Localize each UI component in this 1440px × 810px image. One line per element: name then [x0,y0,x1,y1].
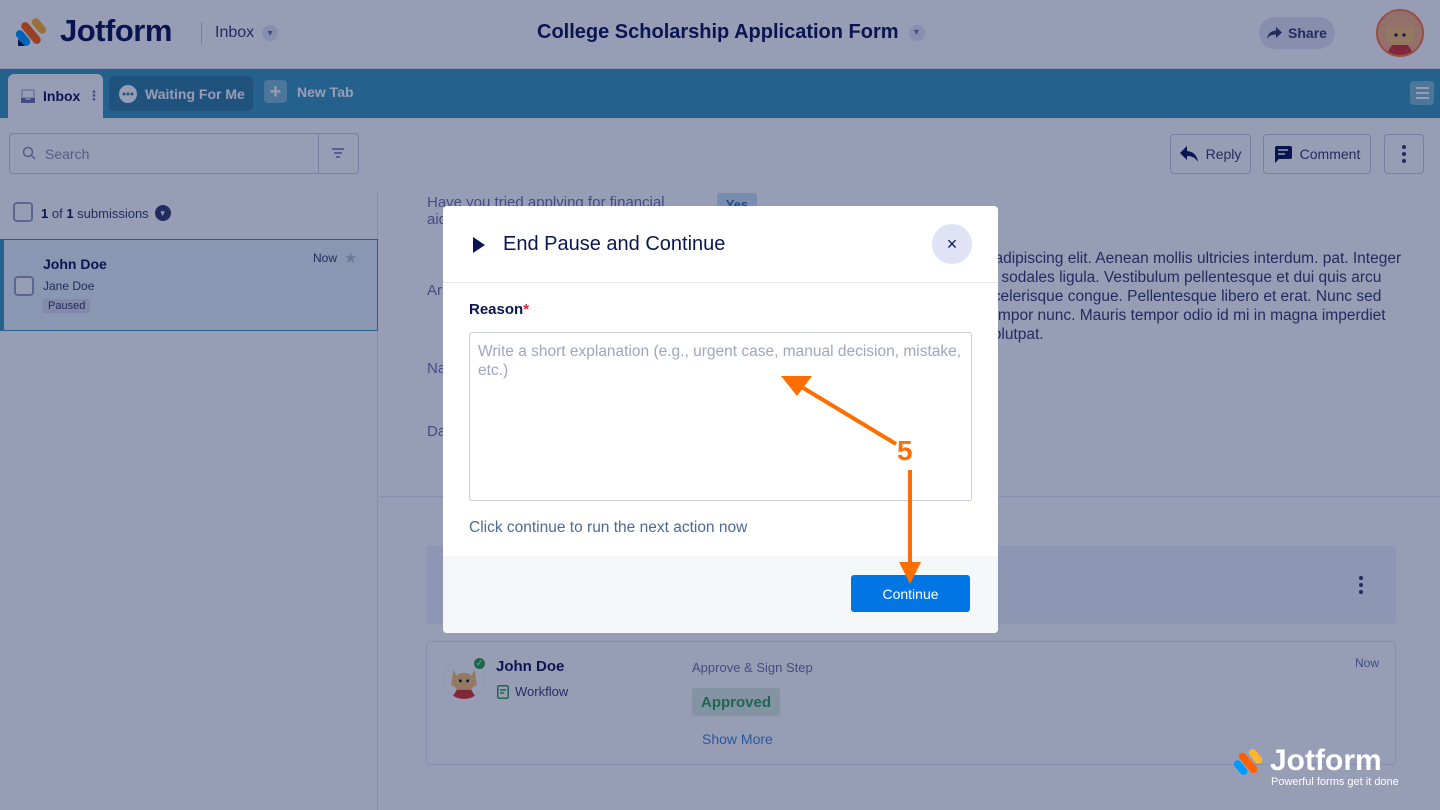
watermark-tagline: Powerful forms get it done [1271,776,1399,788]
continue-button[interactable]: Continue [851,575,970,612]
play-icon [473,237,485,253]
modal-title: End Pause and Continue [503,233,726,255]
required-mark: * [523,301,530,318]
annotation-step-number: 5 [897,435,913,466]
reason-textarea[interactable] [469,332,972,501]
reason-label-text: Reason [469,301,524,318]
close-icon[interactable]: × [932,224,972,264]
app-root: Jotform Inbox ▾ College Scholarship Appl… [0,0,1440,810]
reason-label: Reason* [469,301,529,318]
end-pause-modal: End Pause and Continue × Reason* Click c… [443,206,998,633]
modal-hint: Click continue to run the next action no… [469,519,748,536]
jotform-watermark: Jotform [1234,745,1382,777]
jotform-logo-icon [1234,748,1263,775]
watermark-brand: Jotform [1270,744,1382,777]
